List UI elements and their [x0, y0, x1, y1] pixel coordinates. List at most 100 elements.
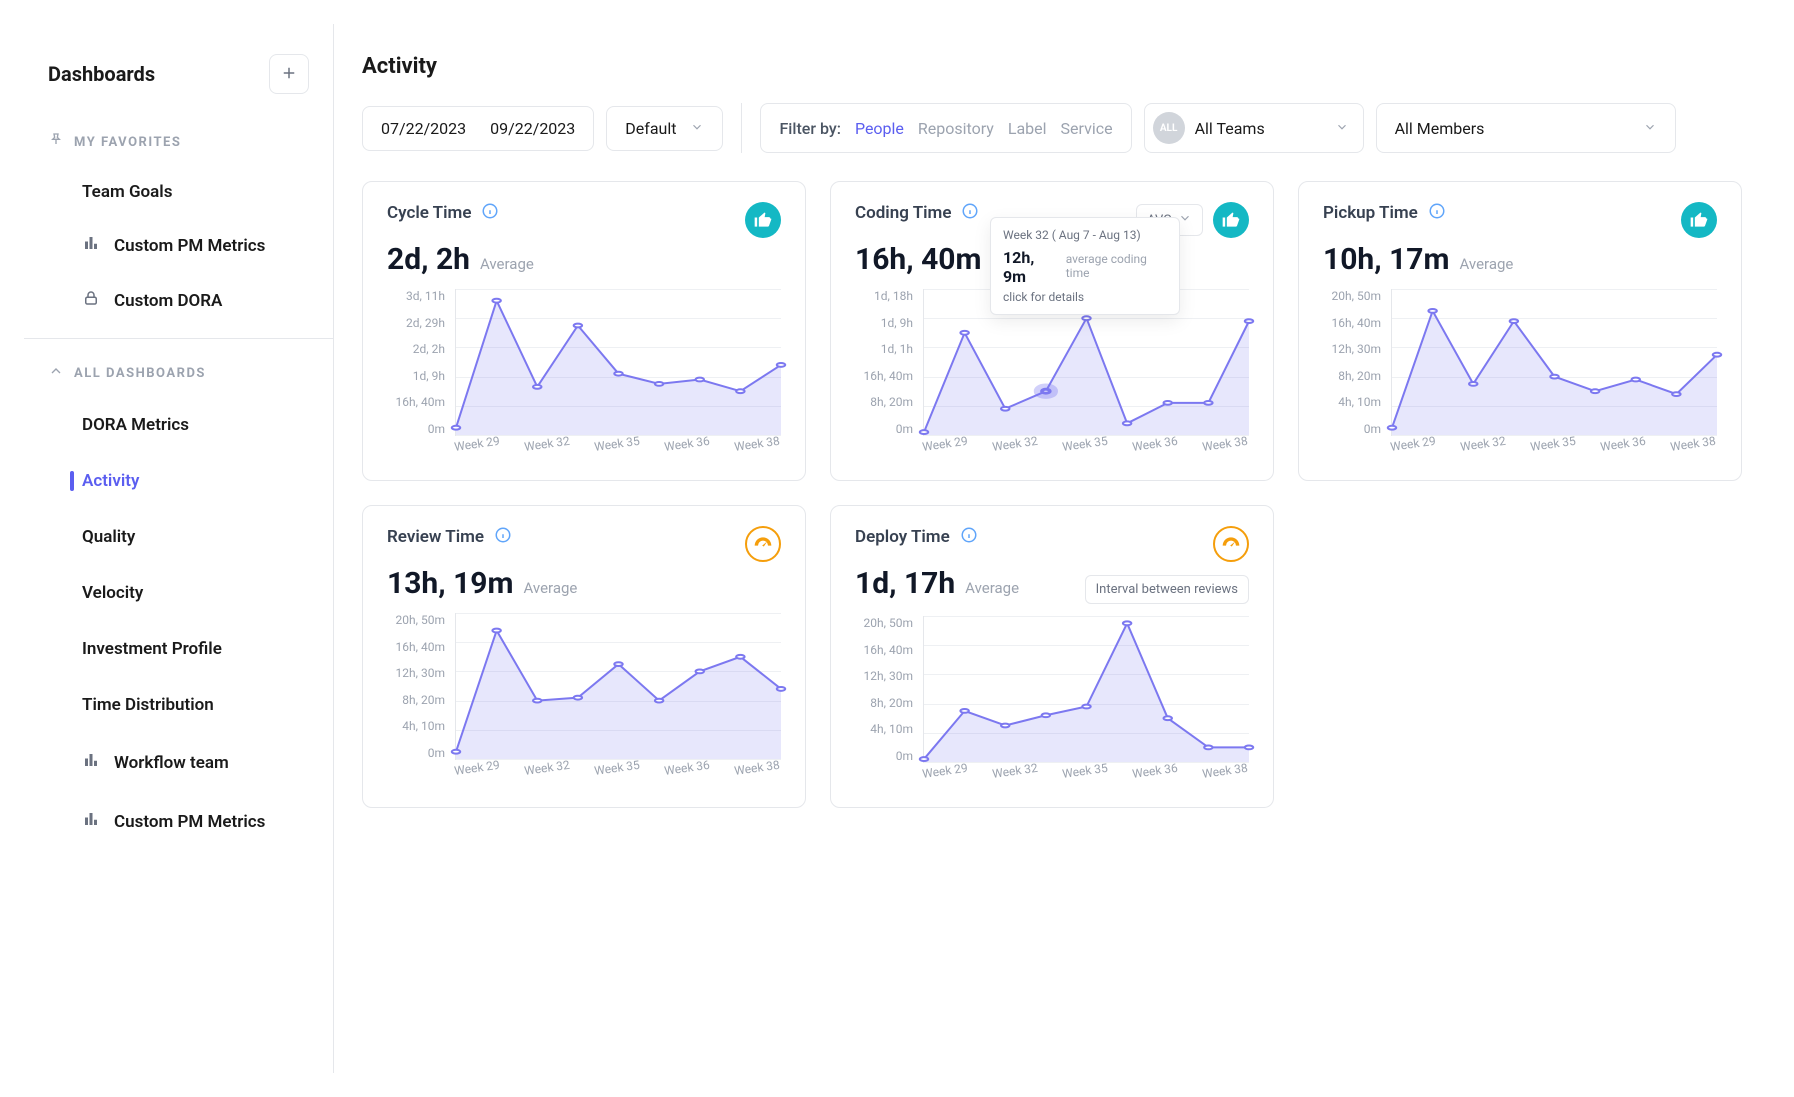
tooltip-value: 12h, 9m	[1003, 248, 1058, 286]
team-dropdown[interactable]: ALL All Teams	[1144, 103, 1364, 153]
card-title: Review Time	[387, 527, 484, 547]
card-sublabel: Average	[1459, 255, 1513, 273]
card-sublabel: Average	[965, 579, 1019, 597]
sidebar-fav-team-goals[interactable]: Team Goals	[24, 166, 333, 218]
chart-tooltip[interactable]: Week 32 ( Aug 7 - Aug 13) 12h, 9m average …	[990, 217, 1180, 315]
interval-between-reviews-chip[interactable]: Interval between reviews	[1085, 575, 1249, 604]
sidebar-item-dora-metrics[interactable]: DORA Metrics	[24, 397, 333, 453]
chart[interactable]: 1d, 18h1d, 9h1d, 1h16h, 40m8h, 20m0mWeek…	[855, 289, 1249, 464]
plot-area[interactable]	[455, 289, 781, 436]
bar-chart-icon	[82, 810, 100, 833]
plot-area[interactable]	[455, 613, 781, 760]
filter-option-people[interactable]: People	[855, 119, 904, 138]
sidebar-item-label: Custom PM Metrics	[114, 236, 265, 256]
all-dashboards-section-label[interactable]: ALL DASHBOARDS	[24, 349, 333, 397]
bar-chart-icon	[82, 751, 100, 774]
sidebar-item-label: Custom DORA	[114, 291, 222, 311]
sidebar-fav-custom-pm-metrics[interactable]: Custom PM Metrics	[24, 218, 333, 273]
info-icon[interactable]	[960, 526, 978, 548]
sidebar-item-investment-profile[interactable]: Investment Profile	[24, 621, 333, 677]
chart[interactable]: 20h, 50m16h, 40m12h, 30m8h, 20m4h, 10m0m…	[1323, 289, 1717, 464]
metric-card: Cycle Time 2d, 2h Average 3d, 11h2d, 29h2d,…	[362, 181, 806, 481]
info-icon[interactable]	[1428, 202, 1446, 224]
metric-card: Pickup Time 10h, 17m Average 20h, 50m16h, 4…	[1298, 181, 1742, 481]
x-axis-labels: Week 29Week 32Week 35Week 36Week 38	[455, 440, 781, 464]
all-teams-badge: ALL	[1153, 112, 1185, 144]
add-dashboard-button[interactable]	[269, 54, 309, 94]
tooltip-click-hint: click for details	[1003, 290, 1167, 304]
info-icon[interactable]	[494, 526, 512, 548]
tooltip-week: Week 32 ( Aug 7 - Aug 13)	[1003, 228, 1167, 242]
plus-icon	[280, 64, 298, 85]
thumbs-up-badge	[745, 202, 781, 238]
card-sublabel: Average	[523, 579, 577, 597]
sidebar-item-label: Custom PM Metrics	[114, 812, 265, 832]
date-from: 07/22/2023	[381, 119, 466, 138]
card-title: Deploy Time	[855, 527, 950, 547]
sidebar: Dashboards MY FAVORITES Team Goals Custo…	[24, 24, 334, 1073]
sidebar-item-velocity[interactable]: Velocity	[24, 565, 333, 621]
card-title: Cycle Time	[387, 203, 471, 223]
filter-option-repository[interactable]: Repository	[918, 119, 994, 138]
thumbs-up-badge	[1213, 202, 1249, 238]
sidebar-item-custom-pm-metrics[interactable]: Custom PM Metrics	[24, 792, 333, 851]
card-value: 13h, 19m	[387, 566, 513, 601]
card-value: 2d, 2h	[387, 242, 470, 277]
lock-icon	[82, 289, 100, 312]
y-axis-labels: 20h, 50m16h, 40m12h, 30m8h, 20m4h, 10m0m	[1323, 289, 1387, 436]
card-sublabel: Average	[480, 255, 534, 273]
chevron-up-icon	[48, 363, 64, 383]
sidebar-title: Dashboards	[48, 62, 155, 86]
info-icon[interactable]	[481, 202, 499, 224]
y-axis-labels: 3d, 11h2d, 29h2d, 2h1d, 9h16h, 40m0m	[387, 289, 451, 436]
bar-chart-icon	[82, 234, 100, 257]
sidebar-item-activity[interactable]: Activity	[24, 453, 333, 509]
x-axis-labels: Week 29Week 32Week 35Week 36Week 38	[1391, 440, 1717, 464]
gauge-badge	[1213, 526, 1249, 562]
y-axis-labels: 20h, 50m16h, 40m12h, 30m8h, 20m4h, 10m0m	[855, 616, 919, 763]
x-axis-labels: Week 29Week 32Week 35Week 36Week 38	[923, 440, 1249, 464]
card-title: Pickup Time	[1323, 203, 1418, 223]
metric-card: Deploy Time1d, 17hAverageInterval betwee…	[830, 505, 1274, 808]
metric-card: Coding TimeAVG16h, 40mAverage1d, 18h1d, …	[830, 181, 1274, 481]
sidebar-item-time-distribution[interactable]: Time Distribution	[24, 677, 333, 733]
chevron-down-icon	[690, 119, 704, 138]
date-range-picker[interactable]: 07/22/2023 09/22/2023	[362, 106, 594, 151]
chart[interactable]: 3d, 11h2d, 29h2d, 2h1d, 9h16h, 40m0mWeek…	[387, 289, 781, 464]
main-content: Activity 07/22/2023 09/22/2023 Default F…	[334, 24, 1770, 1073]
sidebar-item-workflow-team[interactable]: Workflow team	[24, 733, 333, 792]
toolbar: 07/22/2023 09/22/2023 Default Filter by:…	[362, 103, 1742, 153]
sidebar-divider	[24, 338, 333, 339]
member-dropdown[interactable]: All Members	[1376, 103, 1676, 153]
card-title: Coding Time	[855, 203, 951, 223]
date-to: 09/22/2023	[490, 119, 575, 138]
plot-area[interactable]	[923, 616, 1249, 763]
chart[interactable]: 20h, 50m16h, 40m12h, 30m8h, 20m4h, 10m0m…	[387, 613, 781, 788]
gauge-badge	[745, 526, 781, 562]
toolbar-separator	[741, 103, 742, 153]
y-axis-labels: 20h, 50m16h, 40m12h, 30m8h, 20m4h, 10m0m	[387, 613, 451, 760]
default-dropdown[interactable]: Default	[606, 106, 723, 151]
info-icon[interactable]	[961, 202, 979, 224]
plot-area[interactable]	[1391, 289, 1717, 436]
filter-option-label[interactable]: Label	[1008, 119, 1047, 138]
thumbs-up-badge	[1681, 202, 1717, 238]
filter-by-control: Filter by: People Repository Label Servi…	[760, 103, 1131, 153]
sidebar-item-label: Workflow team	[114, 753, 229, 773]
card-value: 10h, 17m	[1323, 242, 1449, 277]
favorites-section-label: MY FAVORITES	[24, 118, 333, 166]
plot-area[interactable]: Week 32 ( Aug 7 - Aug 13)12h, 9maverage …	[923, 289, 1249, 436]
sidebar-fav-custom-dora[interactable]: Custom DORA	[24, 273, 333, 328]
chart[interactable]: 20h, 50m16h, 40m12h, 30m8h, 20m4h, 10m0m…	[855, 616, 1249, 791]
cards-grid: Cycle Time 2d, 2h Average 3d, 11h2d, 29h2d,…	[362, 181, 1742, 808]
pin-icon	[48, 132, 64, 152]
metric-card: Review Time 13h, 19m Average 20h, 50m16h, 4…	[362, 505, 806, 808]
page-title: Activity	[362, 54, 1742, 79]
chevron-down-icon	[1643, 119, 1657, 138]
sidebar-item-quality[interactable]: Quality	[24, 509, 333, 565]
chevron-down-icon	[1335, 119, 1349, 138]
tooltip-desc: average coding time	[1066, 252, 1167, 280]
filter-option-service[interactable]: Service	[1061, 119, 1113, 138]
x-axis-labels: Week 29Week 32Week 35Week 36Week 38	[923, 767, 1249, 791]
x-axis-labels: Week 29Week 32Week 35Week 36Week 38	[455, 764, 781, 788]
